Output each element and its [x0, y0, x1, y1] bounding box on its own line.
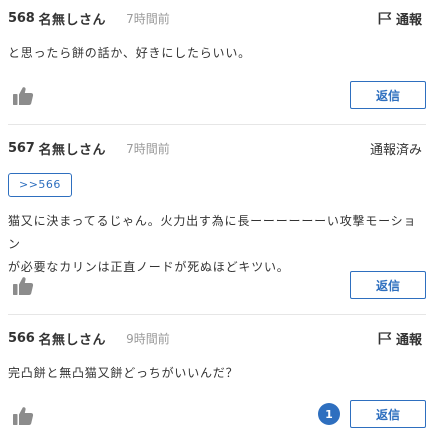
divider	[8, 314, 426, 315]
post-time: 7時間前	[126, 141, 170, 156]
post-number: 567	[8, 140, 35, 156]
post-header: 566 名無しさん 9時間前 通報	[8, 328, 426, 348]
post-header: 567 名無しさん 7時間前 通報済み	[8, 138, 426, 158]
flag-icon	[378, 11, 392, 24]
poster-name: 名無しさん	[38, 142, 107, 158]
post-body: と思ったら餅の話か、好きにしたらいい。	[8, 42, 422, 65]
post-line: と思ったら餅の話か、好きにしたらいい。	[8, 46, 251, 60]
post-line: 猫又に決まってるじゃん。火力出す為に長ーーーーーーい攻撃モーション	[8, 214, 417, 251]
post-header: 568 名無しさん 7時間前 通報	[8, 8, 426, 28]
poster-name: 名無しさん	[38, 332, 107, 348]
post-number: 568	[8, 10, 35, 26]
report-button[interactable]: 通報	[378, 328, 422, 348]
anchor-link[interactable]: >>566	[8, 173, 72, 197]
post-time: 7時間前	[126, 11, 170, 26]
thumbs-up-icon[interactable]	[12, 86, 34, 106]
reply-button[interactable]: 返信	[350, 81, 426, 109]
reply-button[interactable]: 返信	[350, 400, 426, 428]
report-button[interactable]: 通報	[378, 8, 422, 28]
report-status: 通報済み	[369, 142, 422, 158]
post-body: 猫又に決まってるじゃん。火力出す為に長ーーーーーーい攻撃モーション が必要なカリ…	[8, 210, 422, 279]
post-body: 完凸餅と無凸猫又餅どっちがいいんだ？	[8, 362, 422, 385]
post-line: 完凸餅と無凸猫又餅どっちがいいんだ？	[8, 366, 239, 380]
flag-icon	[378, 331, 392, 344]
poster-name: 名無しさん	[38, 12, 107, 28]
post-time: 9時間前	[126, 331, 170, 346]
report-label: 通報	[395, 332, 422, 348]
divider	[8, 124, 426, 125]
report-label: 通報	[395, 12, 422, 28]
reply-button[interactable]: 返信	[350, 271, 426, 299]
post-number: 566	[8, 330, 35, 346]
thumbs-up-icon[interactable]	[12, 406, 34, 426]
thumbs-up-icon[interactable]	[12, 276, 34, 296]
reply-count-badge[interactable]: 1	[318, 403, 340, 425]
